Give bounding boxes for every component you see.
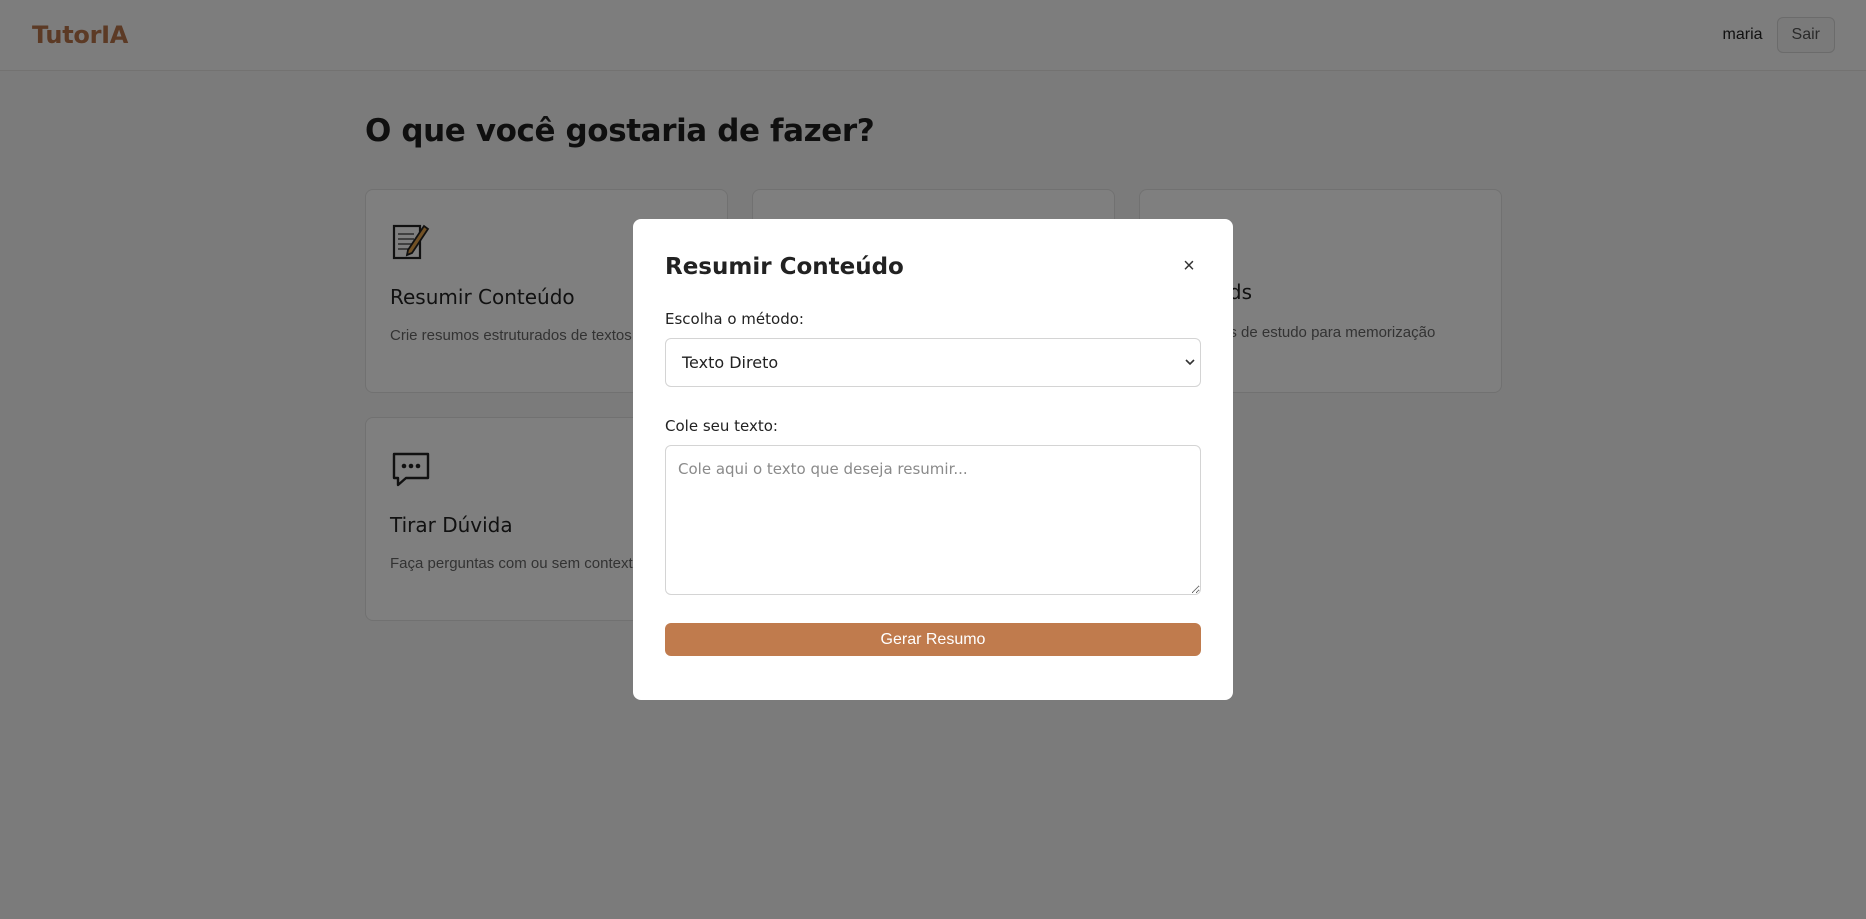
gerar-resumo-button[interactable]: Gerar Resumo [665,623,1201,656]
method-label: Escolha o método: [665,310,804,328]
method-select-value: Texto Direto [682,353,779,372]
close-button[interactable]: × [1177,254,1201,278]
chevron-down-icon [1185,359,1195,366]
text-label: Cole seu texto: [665,417,778,435]
text-input[interactable] [665,445,1201,595]
modal-title: Resumir Conteúdo [665,254,904,280]
modal-header: Resumir Conteúdo × [665,251,1201,280]
method-select-wrapper: Texto Direto [665,338,1201,387]
resumir-modal: Resumir Conteúdo × Escolha o método: Tex… [633,219,1233,700]
method-select[interactable]: Texto Direto [665,338,1201,387]
